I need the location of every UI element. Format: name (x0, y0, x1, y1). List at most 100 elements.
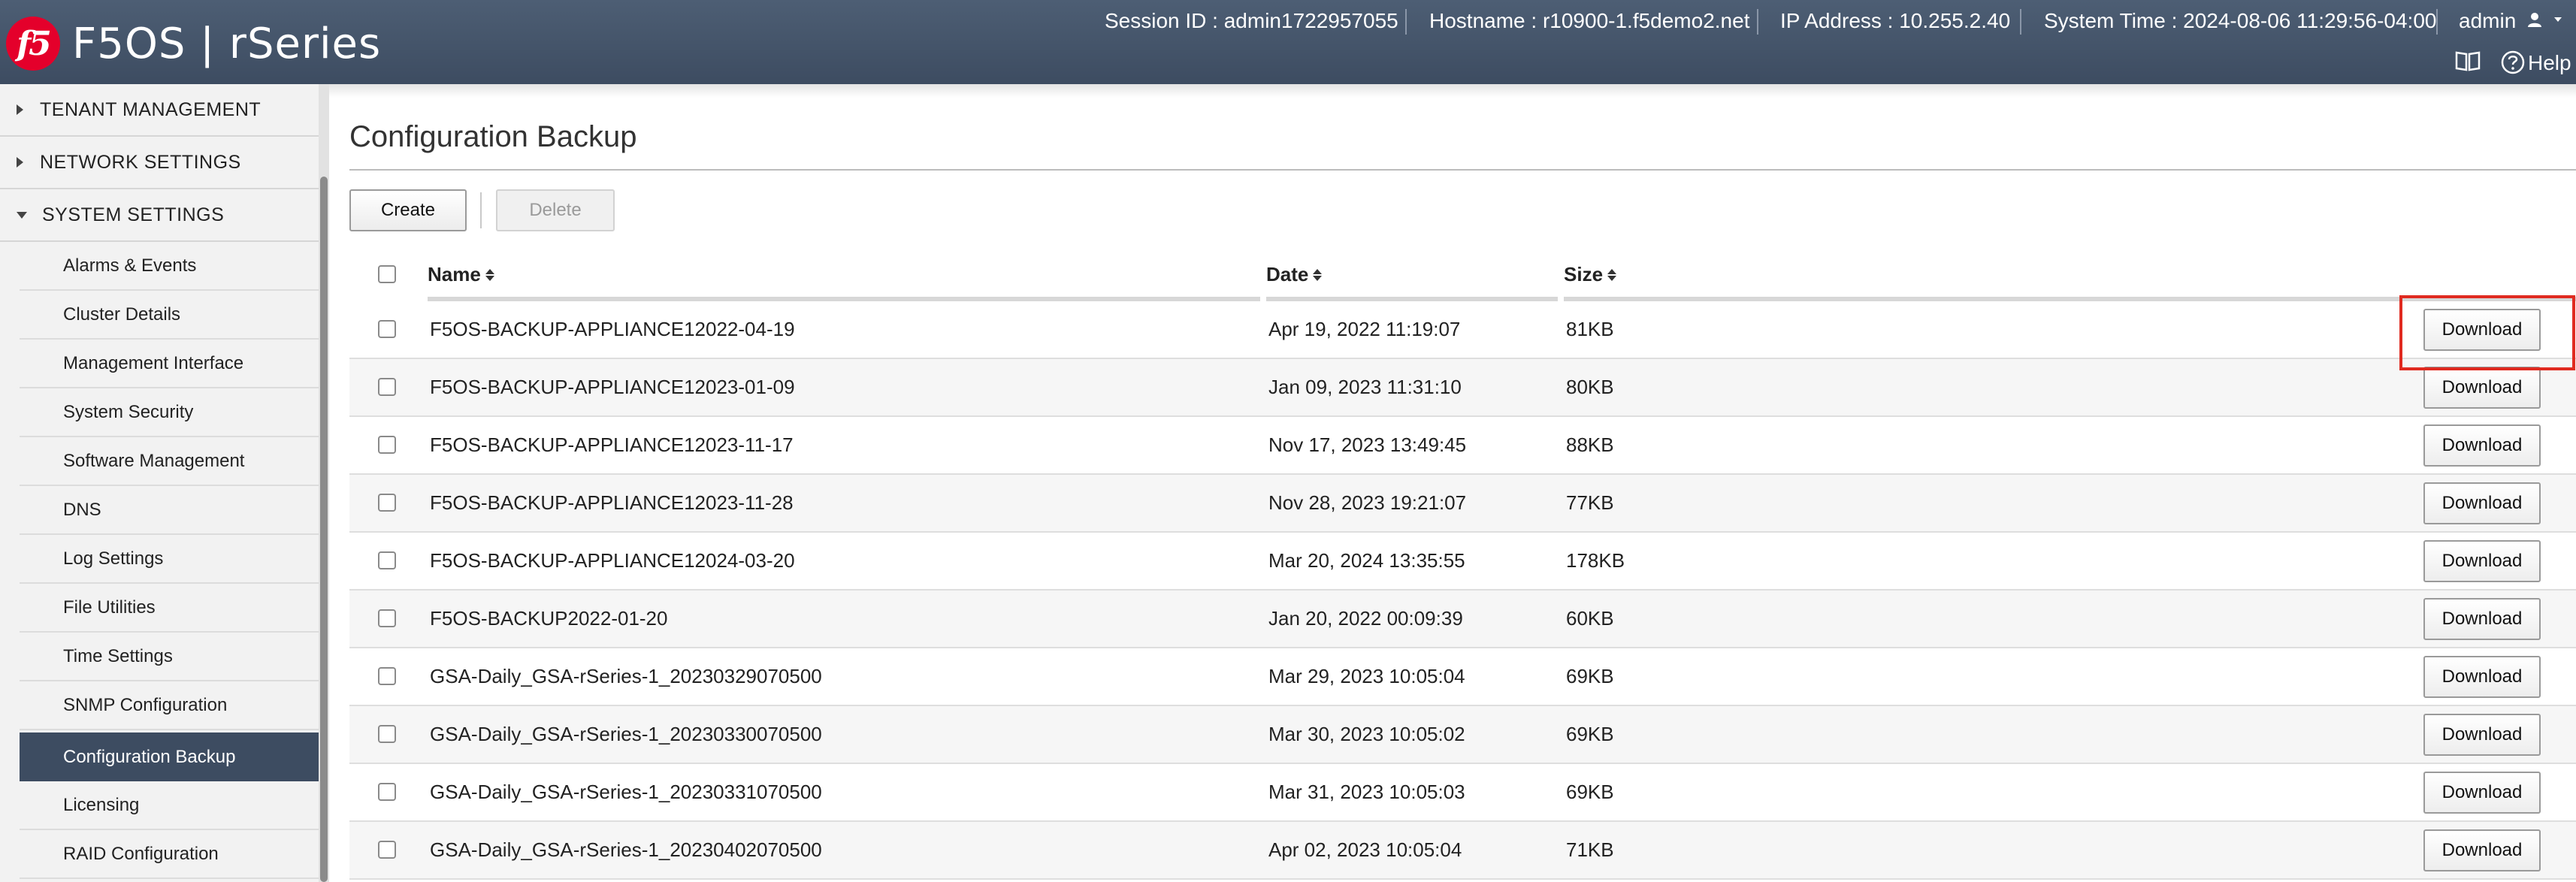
backup-name: F5OS-BACKUP-APPLIANCE12023-01-09 (430, 376, 795, 398)
header-divider (2020, 9, 2021, 35)
backup-size: 60KB (1566, 607, 1614, 630)
caret-right-icon (17, 104, 23, 115)
table-row[interactable]: F5OS-BACKUP-APPLIANCE12023-11-17 Nov 17, … (349, 417, 2576, 475)
table-row[interactable]: F5OS-BACKUP-APPLIANCE12022-04-19 Apr 19, … (349, 301, 2576, 359)
title-divider (349, 169, 2576, 171)
backup-size: 80KB (1566, 376, 1614, 398)
sidebar-nav: TENANT MANAGEMENT NETWORK SETTINGS SYSTE… (0, 84, 319, 882)
sort-icon (485, 268, 494, 281)
table-row[interactable]: F5OS-BACKUP-APPLIANCE12024-03-20 Mar 20, … (349, 533, 2576, 591)
backup-name: F5OS-BACKUP-APPLIANCE12022-04-19 (430, 318, 795, 340)
column-header-date[interactable]: Date (1266, 263, 1323, 286)
sidebar-item-snmp-configuration[interactable]: SNMP Configuration (20, 681, 319, 730)
row-checkbox[interactable] (378, 667, 396, 685)
column-header-name[interactable]: Name (428, 263, 494, 286)
user-name: admin (2459, 9, 2517, 32)
download-button[interactable]: Download (2423, 367, 2541, 409)
sort-icon (1607, 268, 1617, 281)
sidebar-section-tenant-management[interactable]: TENANT MANAGEMENT (0, 84, 319, 137)
table-row[interactable]: GSA-Daily_GSA-rSeries-1_20230329070500 Ma… (349, 648, 2576, 706)
sidebar-section-system-settings[interactable]: SYSTEM SETTINGS (0, 189, 319, 242)
user-icon (2528, 13, 2542, 27)
sidebar-section-label: SYSTEM SETTINGS (42, 204, 225, 225)
sidebar-item-file-utilities[interactable]: File Utilities (20, 584, 319, 633)
download-button[interactable]: Download (2423, 772, 2541, 814)
f5-logo[interactable]: f5 (6, 17, 60, 71)
table-row[interactable]: F5OS-BACKUP-APPLIANCE12023-01-09 Jan 09, … (349, 359, 2576, 417)
row-checkbox[interactable] (378, 378, 396, 396)
backup-name: F5OS-BACKUP-APPLIANCE12023-11-28 (430, 491, 794, 514)
header-divider (1757, 9, 1758, 35)
row-checkbox[interactable] (378, 841, 396, 859)
sidebar-item-system-security[interactable]: System Security (20, 388, 319, 437)
chevron-down-icon (2553, 17, 2562, 22)
table-row[interactable]: F5OS-BACKUP2022-01-20 Jan 20, 2022 00:09:… (349, 591, 2576, 648)
content-top-shadow (329, 84, 2576, 98)
create-button[interactable]: Create (349, 189, 467, 231)
backup-name: F5OS-BACKUP-APPLIANCE12023-11-17 (430, 433, 794, 456)
backup-date: Nov 17, 2023 13:49:45 (1268, 433, 1467, 456)
backup-size: 178KB (1566, 549, 1625, 572)
column-header-size[interactable]: Size (1564, 263, 1617, 286)
download-button[interactable]: Download (2423, 540, 2541, 582)
backup-date: Mar 20, 2024 13:35:55 (1268, 549, 1465, 572)
row-checkbox[interactable] (378, 609, 396, 627)
sidebar-item-licensing[interactable]: Licensing (20, 781, 319, 830)
backup-date: Apr 19, 2022 11:19:07 (1268, 318, 1461, 340)
backup-date: Mar 30, 2023 10:05:02 (1268, 723, 1465, 745)
delete-button[interactable]: Delete (496, 189, 615, 231)
help-icon[interactable] (2500, 50, 2526, 75)
row-checkbox[interactable] (378, 494, 396, 512)
sidebar-scrollbar-thumb[interactable] (320, 177, 328, 882)
caret-down-icon (17, 211, 27, 219)
table-row[interactable]: GSA-Daily_GSA-rSeries-1_20230330070500 Ma… (349, 706, 2576, 764)
table-row[interactable]: GSA-Daily_GSA-rSeries-1_20230331070500 Ma… (349, 764, 2576, 822)
row-checkbox[interactable] (378, 436, 396, 454)
table-row[interactable]: GSA-Daily_GSA-rSeries-1_20230402070500 Ap… (349, 822, 2576, 880)
download-button[interactable]: Download (2423, 829, 2541, 871)
sidebar-item-management-interface[interactable]: Management Interface (20, 340, 319, 388)
header-divider (2436, 9, 2438, 35)
select-all-checkbox[interactable] (378, 265, 396, 283)
sidebar-item-time-settings[interactable]: Time Settings (20, 633, 319, 681)
download-button[interactable]: Download (2423, 424, 2541, 467)
sidebar-item-log-settings[interactable]: Log Settings (20, 535, 319, 584)
sidebar-item-configuration-backup[interactable]: Configuration Backup (20, 732, 319, 781)
sidebar-item-software-management[interactable]: Software Management (20, 437, 319, 486)
download-button[interactable]: Download (2423, 656, 2541, 698)
backup-date: Jan 20, 2022 00:09:39 (1268, 607, 1463, 630)
download-button[interactable]: Download (2423, 309, 2541, 351)
session-id: Session ID : admin1722957055 (1105, 9, 1398, 32)
table-row[interactable]: F5OS-BACKUP-APPLIANCE12023-11-28 Nov 28, … (349, 475, 2576, 533)
backup-name: F5OS-BACKUP-APPLIANCE12024-03-20 (430, 549, 795, 572)
row-checkbox[interactable] (378, 725, 396, 743)
book-icon[interactable] (2455, 50, 2481, 72)
column-header-label: Size (1564, 263, 1604, 285)
product-name: F5OS | rSeries (72, 20, 382, 68)
sort-icon (1313, 268, 1323, 281)
row-checkbox[interactable] (378, 551, 396, 569)
backup-name: GSA-Daily_GSA-rSeries-1_20230329070500 (430, 665, 822, 687)
backup-size: 77KB (1566, 491, 1614, 514)
sidebar-item-alarms-events[interactable]: Alarms & Events (20, 242, 319, 291)
hostname: Hostname : r10900-1.f5demo2.net (1429, 9, 1750, 32)
row-checkbox[interactable] (378, 320, 396, 338)
backup-size: 69KB (1566, 723, 1614, 745)
sidebar-section-network-settings[interactable]: NETWORK SETTINGS (0, 137, 319, 189)
user-menu[interactable]: admin (2459, 9, 2562, 33)
sidebar-section-label: NETWORK SETTINGS (40, 151, 241, 173)
help-link[interactable]: Help (2528, 51, 2571, 75)
logo-text: f5 (17, 24, 52, 63)
sidebar-item-cluster-details[interactable]: Cluster Details (20, 291, 319, 340)
column-header-label: Date (1266, 263, 1309, 285)
download-button[interactable]: Download (2423, 598, 2541, 640)
backup-date: Nov 28, 2023 19:21:07 (1268, 491, 1467, 514)
row-checkbox[interactable] (378, 783, 396, 801)
download-button[interactable]: Download (2423, 714, 2541, 756)
backup-date: Mar 29, 2023 10:05:04 (1268, 665, 1465, 687)
download-button[interactable]: Download (2423, 482, 2541, 524)
toolbar-divider (480, 192, 482, 228)
sidebar-item-dns[interactable]: DNS (20, 486, 319, 535)
top-header-bar: f5 F5OS | rSeries Session ID : admin1722… (0, 0, 2576, 84)
sidebar-item-raid-configuration[interactable]: RAID Configuration (20, 830, 319, 879)
